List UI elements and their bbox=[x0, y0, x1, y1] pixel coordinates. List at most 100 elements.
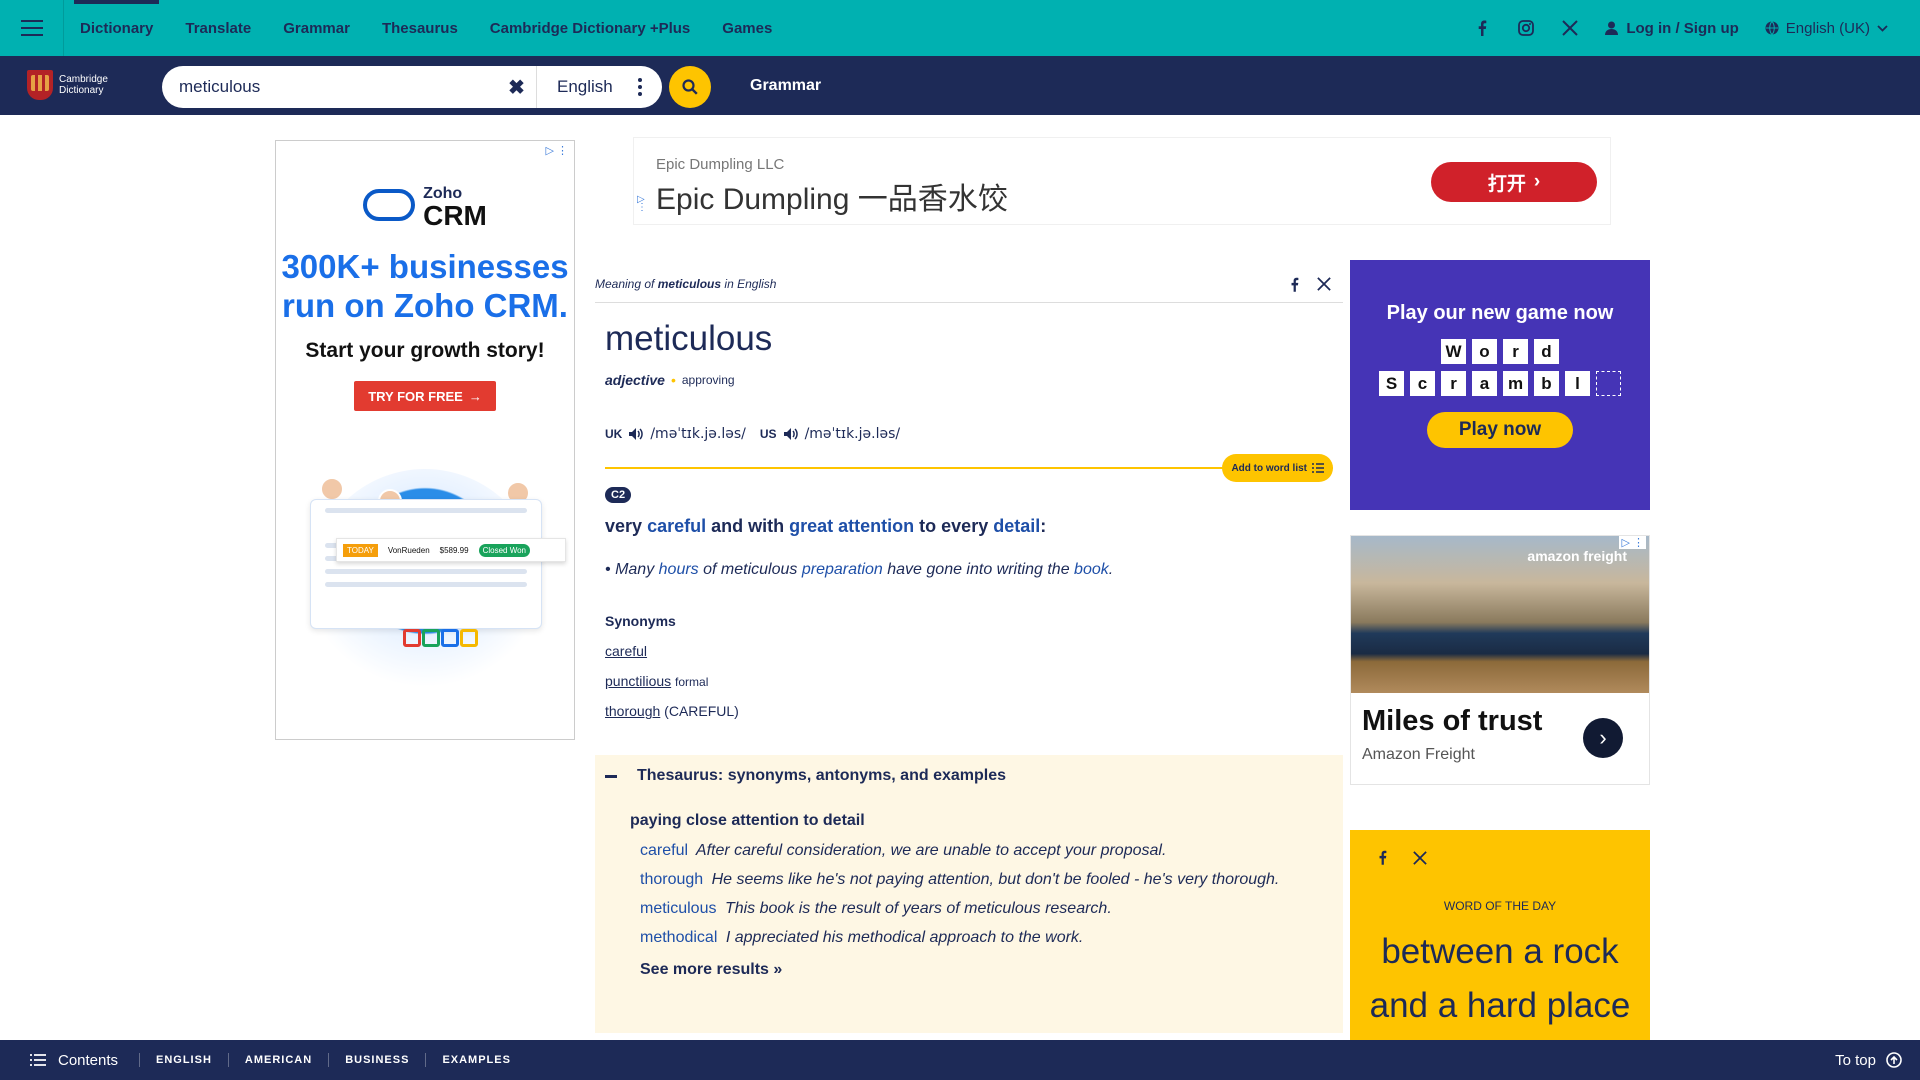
top-nav: Dictionary Translate Grammar Thesaurus C… bbox=[0, 0, 1920, 56]
to-top-button[interactable]: To top bbox=[1835, 1052, 1920, 1069]
chevron-down-icon bbox=[1877, 24, 1888, 32]
example-bullet: • bbox=[605, 561, 611, 578]
logo-line2: Dictionary bbox=[59, 85, 104, 96]
try-free-button[interactable]: TRY FOR FREE → bbox=[354, 381, 496, 411]
x-icon[interactable] bbox=[1413, 850, 1427, 865]
site-logo[interactable]: Cambridge Dictionary bbox=[27, 70, 108, 100]
clear-search-icon[interactable]: ✖ bbox=[497, 66, 537, 108]
ad-open-button[interactable]: 打开 › bbox=[1431, 162, 1597, 202]
facebook-icon[interactable] bbox=[1290, 277, 1299, 292]
nav-dictionary[interactable]: Dictionary bbox=[64, 0, 169, 56]
play-now-button[interactable]: Play now bbox=[1427, 412, 1573, 448]
facebook-icon[interactable] bbox=[1378, 850, 1387, 865]
speaker-icon[interactable] bbox=[628, 427, 644, 441]
facebook-icon[interactable] bbox=[1473, 19, 1491, 37]
zoho-ad[interactable]: ▷ ⋮ Zoho CRM 300K+ businesses run on Zoh… bbox=[275, 140, 575, 740]
ad-info-icon[interactable]: ▷ ⋮ bbox=[637, 195, 647, 213]
nav-translate[interactable]: Translate bbox=[169, 0, 267, 56]
synonym-link[interactable]: thorough bbox=[605, 703, 660, 719]
collapse-icon bbox=[605, 774, 617, 778]
us-ipa: /məˈtɪk.jə.ləs/ bbox=[804, 426, 901, 442]
bullet-icon: • bbox=[670, 372, 676, 388]
search-button[interactable] bbox=[669, 66, 711, 108]
arrow-right-icon: → bbox=[468, 388, 482, 404]
more-options-icon bbox=[638, 78, 642, 96]
search-input[interactable] bbox=[162, 66, 497, 108]
speaker-icon[interactable] bbox=[783, 427, 799, 441]
tab-american[interactable]: AMERICAN bbox=[227, 1053, 328, 1067]
synonyms-title: Synonyms bbox=[605, 613, 676, 629]
letter-tile: o bbox=[1472, 339, 1497, 364]
nav-grammar[interactable]: Grammar bbox=[267, 0, 366, 56]
epic-dumpling-ad[interactable]: Epic Dumpling LLC Epic Dumpling 一品香水饺 ▷ ⋮… bbox=[633, 137, 1611, 225]
dictionary-entry: Meaning of meticulous in English meticul… bbox=[595, 270, 1343, 719]
synonym-link[interactable]: careful bbox=[605, 643, 647, 659]
letter-tile: r bbox=[1441, 371, 1466, 396]
thesaurus-word[interactable]: careful bbox=[640, 842, 688, 859]
thesaurus-box: Thesaurus: synonyms, antonyms, and examp… bbox=[595, 755, 1343, 1033]
tab-english[interactable]: ENGLISH bbox=[139, 1053, 228, 1067]
arrow-up-icon bbox=[1886, 1052, 1902, 1068]
thesaurus-sense: paying close attention to detail bbox=[630, 812, 865, 829]
add-to-word-list-button[interactable]: Add to word list bbox=[1222, 454, 1333, 482]
letter-tile: W bbox=[1441, 339, 1466, 364]
x-icon[interactable] bbox=[1561, 19, 1579, 37]
letter-tile: d bbox=[1534, 339, 1559, 364]
def-text: and with bbox=[711, 516, 785, 536]
example-link[interactable]: hours bbox=[659, 561, 699, 578]
nav-right: Log in / Sign up English (UK) bbox=[1473, 19, 1920, 37]
thesaurus-toggle[interactable]: Thesaurus: synonyms, antonyms, and examp… bbox=[595, 755, 1343, 785]
part-of-speech-line: adjective • approving bbox=[605, 372, 1343, 388]
word-scramble-ad[interactable]: Play our new game now W o r d S c r a m … bbox=[1350, 260, 1650, 510]
ad-open-label: 打开 bbox=[1487, 173, 1526, 195]
wotd-share bbox=[1378, 850, 1439, 865]
example-link[interactable]: book bbox=[1074, 561, 1109, 578]
instagram-icon[interactable] bbox=[1517, 19, 1535, 37]
def-link[interactable]: careful bbox=[647, 516, 706, 536]
def-link[interactable]: great bbox=[789, 516, 833, 536]
amazon-freight-ad[interactable]: amazon freight ▷ ⋮ Miles of trust Amazon… bbox=[1350, 535, 1650, 785]
nav-thesaurus[interactable]: Thesaurus bbox=[366, 0, 474, 56]
thesaurus-example: careful After careful consideration, we … bbox=[640, 842, 1343, 859]
dictionary-select[interactable]: English bbox=[537, 66, 662, 108]
headword: meticulous bbox=[605, 319, 773, 358]
def-link[interactable]: detail bbox=[993, 516, 1040, 536]
zoho-headline: 300K+ businesses run on Zoho CRM. bbox=[281, 248, 569, 324]
synonym-domain: (CAREFUL) bbox=[664, 703, 739, 719]
synonym-item: punctilious formal bbox=[605, 673, 1343, 689]
def-link[interactable]: attention bbox=[838, 516, 914, 536]
menu-icon[interactable] bbox=[0, 0, 64, 56]
chevron-right-icon[interactable]: › bbox=[1583, 718, 1623, 758]
example-link[interactable]: preparation bbox=[802, 561, 883, 578]
nav-games[interactable]: Games bbox=[706, 0, 788, 56]
thesaurus-word[interactable]: meticulous bbox=[640, 900, 716, 917]
search-icon bbox=[682, 79, 698, 95]
deal-badge: Closed Won bbox=[478, 543, 531, 557]
logo-line1: Cambridge bbox=[59, 74, 108, 85]
language-select[interactable]: English (UK) bbox=[1765, 20, 1888, 37]
part-of-speech: adjective bbox=[605, 372, 665, 388]
x-icon[interactable] bbox=[1317, 277, 1331, 291]
see-more-link[interactable]: See more results » bbox=[640, 961, 1343, 979]
thesaurus-word[interactable]: methodical bbox=[640, 929, 717, 946]
bottom-bar: Contents ENGLISH AMERICAN BUSINESS EXAMP… bbox=[0, 1040, 1920, 1080]
synonym-link[interactable]: punctilious bbox=[605, 673, 671, 689]
synonym-item: thorough (CAREFUL) bbox=[605, 703, 1343, 719]
tab-examples[interactable]: EXAMPLES bbox=[425, 1053, 527, 1067]
letter-tile: S bbox=[1379, 371, 1404, 396]
adchoices-icon[interactable]: ▷ ⋮ bbox=[545, 144, 568, 157]
contents-button[interactable]: Contents bbox=[0, 1052, 139, 1069]
tab-business[interactable]: BUSINESS bbox=[328, 1053, 425, 1067]
adchoices-icon[interactable]: ▷ ⋮ bbox=[1619, 536, 1646, 549]
zoho-subline: Start your growth story! bbox=[305, 339, 545, 362]
thesaurus-word[interactable]: thorough bbox=[640, 871, 703, 888]
wotd-word[interactable]: between a rock and a hard place bbox=[1350, 925, 1650, 1033]
nav-plus[interactable]: Cambridge Dictionary +Plus bbox=[474, 0, 706, 56]
deal-tag: TODAY bbox=[343, 543, 378, 557]
thesaurus-example: thorough He seems like he's not paying a… bbox=[640, 871, 1343, 888]
meaning-header: Meaning of meticulous in English bbox=[595, 270, 1343, 303]
login-label: Log in / Sign up bbox=[1626, 19, 1739, 37]
grammar-link[interactable]: Grammar bbox=[750, 77, 821, 95]
list-icon bbox=[30, 1054, 46, 1066]
login-link[interactable]: Log in / Sign up bbox=[1605, 19, 1739, 37]
